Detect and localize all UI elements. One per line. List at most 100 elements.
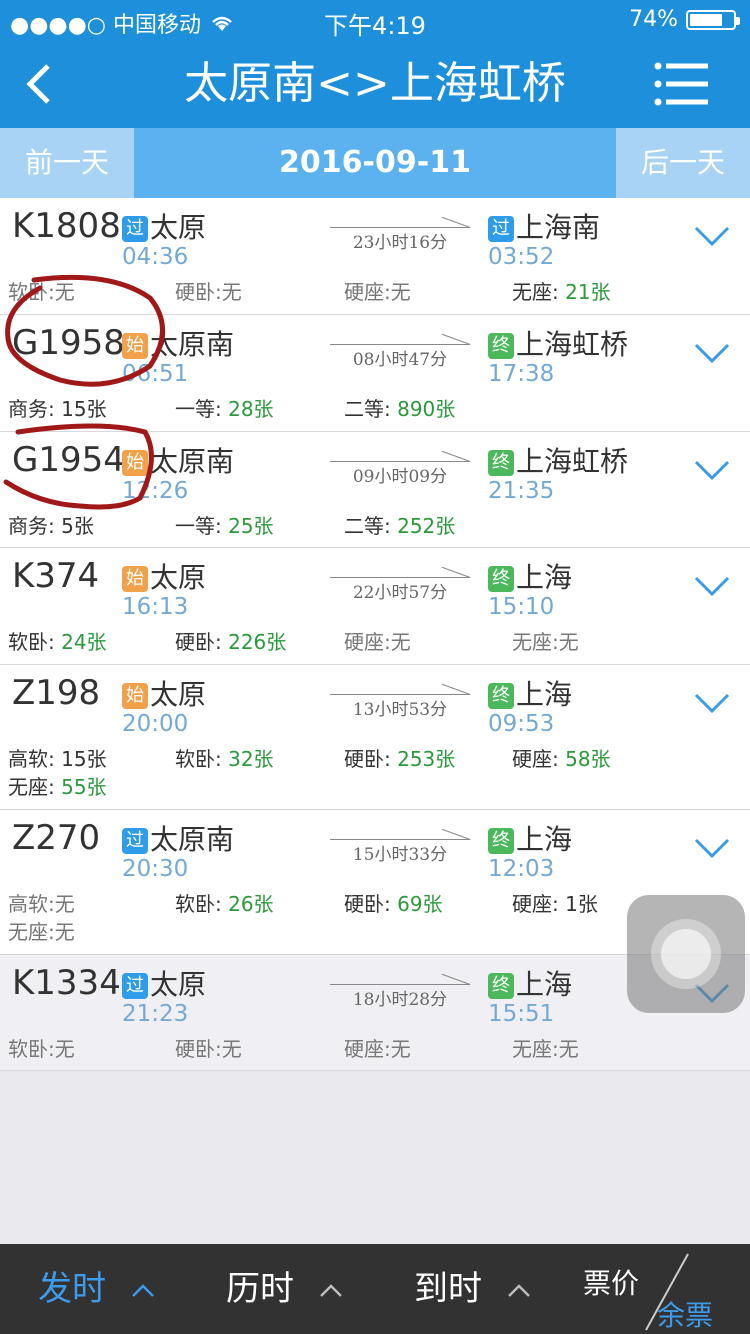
departure-station-name: 太原: [150, 561, 207, 594]
seat-label: 商务: 5张: [8, 514, 94, 538]
departure-time: 12:26: [122, 478, 189, 504]
seat-info: 二等: 890张: [344, 393, 455, 422]
seat-label: 无座:无: [512, 630, 579, 654]
arrival-station: 终上海: [488, 673, 572, 713]
prev-day-button[interactable]: 前一天: [0, 128, 134, 198]
arrival-time: 21:35: [488, 478, 555, 504]
caret-up-icon: [507, 1283, 530, 1297]
station-type-badge: 终: [488, 566, 514, 592]
seat-info: 无座:无: [512, 1033, 579, 1062]
station-type-badge: 始: [122, 450, 148, 476]
departure-time: 04:36: [122, 244, 189, 270]
fee-toggle-label[interactable]: 票价: [583, 1262, 639, 1302]
departure-time: 21:23: [122, 1001, 189, 1027]
arrival-time: 12:03: [488, 856, 555, 882]
duration-text: 08小时47分: [352, 350, 448, 370]
duration-arrow: [330, 969, 470, 985]
chevron-down-icon[interactable]: [694, 458, 730, 482]
duration-text: 15小时33分: [352, 845, 448, 865]
seat-label: 硬座:无: [344, 630, 411, 654]
page-title: 太原南<>上海虹桥: [184, 58, 566, 109]
seat-count: 252张: [397, 514, 456, 538]
next-day-button[interactable]: 后一天: [616, 128, 750, 198]
duration-text: 18小时28分: [352, 990, 448, 1010]
chevron-down-icon[interactable]: [694, 224, 730, 248]
departure-station: 过太原: [122, 963, 206, 1003]
assistive-touch-button[interactable]: [627, 895, 745, 1013]
seat-info: 硬卧: 69张: [344, 888, 443, 917]
battery-percent: 74%: [629, 7, 678, 32]
duration-text: 23小时16分: [352, 233, 448, 253]
sort-toolbar: 发时 历时 到时 票价 余票: [0, 1244, 750, 1334]
seat-label: 无座:无: [8, 920, 75, 944]
duration-arrow: [330, 446, 470, 462]
sort-duration-button[interactable]: 历时: [226, 1244, 343, 1334]
seat-count: 26张: [228, 892, 274, 916]
sort-departure-label: 发时: [38, 1269, 106, 1309]
station-type-badge: 终: [488, 828, 514, 854]
seat-info: 高软:无: [8, 888, 75, 917]
seat-label: 二等:: [344, 397, 398, 421]
duration-text: 13小时53分: [352, 700, 448, 720]
seat-info: 无座:无: [512, 626, 579, 655]
chevron-down-icon[interactable]: [694, 341, 730, 365]
departure-station-name: 太原南: [150, 445, 235, 478]
remain-toggle-label[interactable]: 余票: [657, 1294, 713, 1334]
train-row[interactable]: Z198 始太原 20:00 13小时53分 终上海 09:53 高软: 15张…: [0, 665, 750, 810]
current-date[interactable]: 2016-09-11: [134, 128, 616, 198]
sort-departure-button[interactable]: 发时: [38, 1244, 155, 1334]
train-row[interactable]: G1954 始太原南 12:26 09小时09分 终上海虹桥 21:35 商务:…: [0, 432, 750, 548]
seat-label: 硬卧:: [175, 630, 229, 654]
station-type-badge: 始: [122, 683, 148, 709]
arrival-station-name: 上海虹桥: [516, 445, 629, 478]
sort-arrival-button[interactable]: 到时: [414, 1244, 531, 1334]
station-type-badge: 终: [488, 683, 514, 709]
departure-station-name: 太原南: [150, 823, 235, 856]
chevron-down-icon[interactable]: [694, 574, 730, 598]
status-bar: ●●●●○ 中国移动 下午4:19 74%: [0, 0, 750, 40]
seat-info: 二等: 252张: [344, 510, 455, 539]
menu-button[interactable]: [654, 62, 710, 106]
departure-station: 始太原: [122, 673, 206, 713]
duration-text: 09小时09分: [352, 467, 448, 487]
seat-info: 硬卧: 226张: [175, 626, 286, 655]
arrival-station-name: 上海: [516, 968, 573, 1001]
arrival-station: 过上海南: [488, 206, 600, 246]
departure-station: 过太原南: [122, 818, 234, 858]
station-type-badge: 终: [488, 450, 514, 476]
arrival-time: 15:10: [488, 594, 555, 620]
train-number: K1334: [12, 963, 121, 1003]
duration: 08小时47分: [330, 329, 470, 370]
station-type-badge: 过: [122, 216, 148, 242]
arrival-station-name: 上海虹桥: [516, 328, 629, 361]
seat-label: 软卧:: [8, 630, 62, 654]
date-bar: 前一天 2016-09-11 后一天: [0, 128, 750, 198]
seat-info: 软卧:无: [8, 1033, 75, 1062]
caret-up-icon: [319, 1283, 342, 1297]
seat-count: 25张: [228, 514, 274, 538]
chevron-down-icon[interactable]: [694, 836, 730, 860]
arrival-station: 终上海: [488, 556, 572, 596]
station-type-badge: 终: [488, 333, 514, 359]
arrival-time: 15:51: [488, 1001, 555, 1027]
departure-station-name: 太原: [150, 968, 207, 1001]
departure-station: 始太原南: [122, 323, 234, 363]
train-row[interactable]: G1958 始太原南 06:51 08小时47分 终上海虹桥 17:38 商务:…: [0, 315, 750, 432]
train-row[interactable]: K1808 过太原 04:36 23小时16分 过上海南 03:52 软卧:无硬…: [0, 198, 750, 315]
duration-arrow: [330, 212, 470, 228]
seat-label: 硬座:无: [344, 280, 411, 304]
seat-info: 软卧:无: [8, 276, 75, 305]
seat-info: 硬座:无: [344, 276, 411, 305]
departure-station: 始太原: [122, 556, 206, 596]
seat-info: 高软: 15张: [8, 743, 107, 772]
battery-icon: [686, 9, 740, 30]
departure-time: 16:13: [122, 594, 189, 620]
arrival-station: 终上海: [488, 963, 572, 1003]
train-row[interactable]: K374 始太原 16:13 22小时57分 终上海 15:10 软卧: 24张…: [0, 548, 750, 665]
duration-arrow: [330, 562, 470, 578]
train-number: Z270: [12, 818, 101, 858]
chevron-down-icon[interactable]: [694, 691, 730, 715]
arrival-station-name: 上海: [516, 823, 573, 856]
seat-label: 硬卧:: [344, 892, 398, 916]
seat-label: 软卧:无: [8, 1037, 75, 1061]
